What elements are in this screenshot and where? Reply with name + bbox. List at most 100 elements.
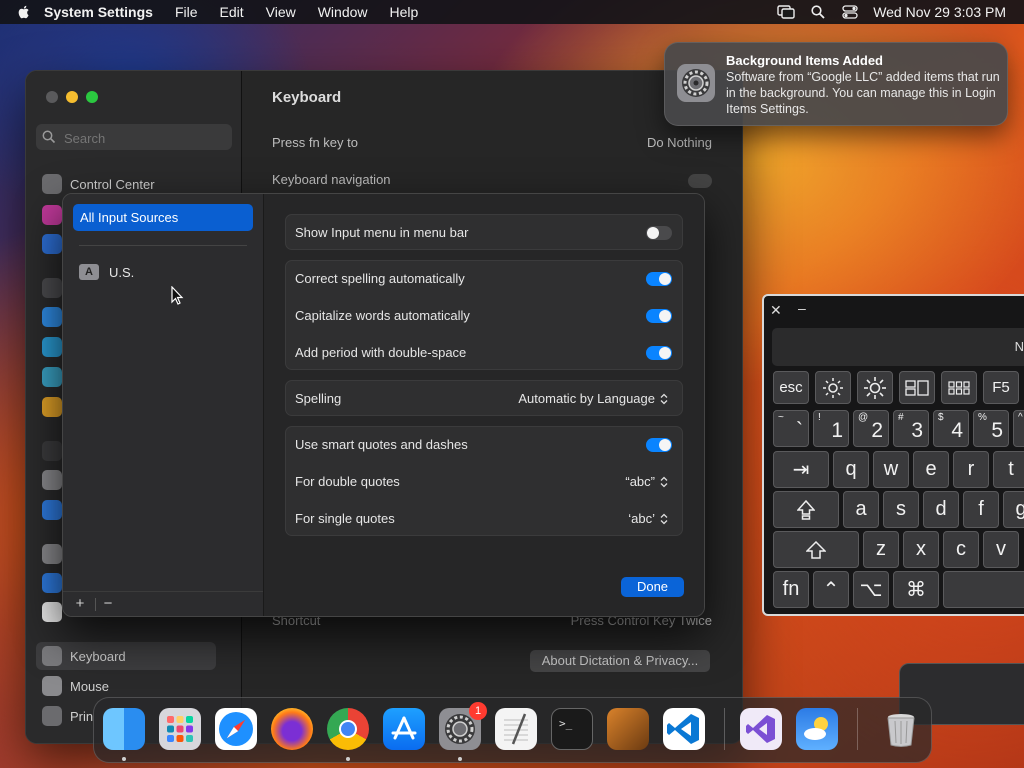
users-groups-icon[interactable] <box>42 500 62 520</box>
notification-title: Background Items Added <box>726 53 883 68</box>
key-f[interactable]: f <box>963 491 999 528</box>
menu-window[interactable]: Window <box>318 4 368 20</box>
key-5[interactable]: % 5 <box>973 410 1009 447</box>
vscode-icon[interactable] <box>663 708 705 750</box>
screen-mirroring-icon[interactable] <box>777 5 795 19</box>
key-tab[interactable]: ⇥ <box>773 451 829 488</box>
key-space[interactable] <box>943 571 1024 608</box>
about-dictation-button[interactable]: About Dictation & Privacy... <box>530 650 710 672</box>
key-caps-lock-icon[interactable] <box>773 491 839 528</box>
key-brightness-up-icon[interactable] <box>857 371 893 404</box>
screen-saver-icon[interactable] <box>42 367 62 387</box>
background-items-notification[interactable]: Background Items Added Software from “Go… <box>664 42 1008 126</box>
show-input-menu-toggle[interactable] <box>646 226 672 240</box>
key-launchpad-icon[interactable] <box>941 371 977 404</box>
key-4[interactable]: $4 <box>933 410 969 447</box>
correct-spelling-toggle[interactable] <box>646 272 672 286</box>
press-fn-popup[interactable]: Do Nothing <box>647 135 712 150</box>
displays-icon[interactable] <box>42 307 62 327</box>
privacy-hand-icon[interactable] <box>42 234 62 254</box>
key-w[interactable]: w <box>873 451 909 488</box>
trash-icon[interactable] <box>880 708 922 750</box>
remove-source-button[interactable]: − <box>99 595 117 612</box>
search-input[interactable] <box>62 128 226 148</box>
key-control[interactable]: ⌃ <box>813 571 849 608</box>
smart-quotes-toggle[interactable] <box>646 438 672 452</box>
spelling-popup[interactable]: Automatic by Language <box>518 391 668 406</box>
key-option[interactable]: ⌥ <box>853 571 889 608</box>
key-backtick[interactable]: ~ ` <box>773 410 809 447</box>
double-quotes-popup[interactable]: “abc” <box>625 474 668 489</box>
single-quotes-popup[interactable]: ‘abc’ <box>628 511 668 526</box>
key-command[interactable]: ⌘ <box>893 571 939 608</box>
us-input-source-item[interactable]: A U.S. <box>79 264 134 280</box>
chrome-icon[interactable] <box>327 708 369 750</box>
key-x[interactable]: x <box>903 531 939 568</box>
firefox-icon[interactable] <box>271 708 313 750</box>
key-z[interactable]: z <box>863 531 899 568</box>
lock-screen-icon[interactable] <box>42 441 62 461</box>
sidebar-item-keyboard[interactable]: Keyboard <box>36 642 216 670</box>
done-button[interactable]: Done <box>621 577 684 597</box>
key-esc[interactable]: esc <box>773 371 809 404</box>
add-period-toggle[interactable] <box>646 346 672 360</box>
internet-accounts-icon[interactable] <box>42 573 62 593</box>
battery-icon[interactable] <box>42 397 62 417</box>
garageband-icon[interactable] <box>607 708 649 750</box>
weather-icon[interactable] <box>796 708 838 750</box>
key-r[interactable]: r <box>953 451 989 488</box>
key-c[interactable]: c <box>943 531 979 568</box>
app-store-icon[interactable] <box>383 708 425 750</box>
control-center-icon[interactable] <box>841 5 859 19</box>
key-t[interactable]: t <box>993 451 1024 488</box>
sidebar-item-mouse[interactable]: Mouse <box>36 672 216 700</box>
minimize-icon[interactable]: – <box>798 300 806 316</box>
wallpaper-icon[interactable] <box>42 337 62 357</box>
touch-id-icon[interactable] <box>42 470 62 490</box>
minimize-window-button[interactable] <box>66 91 78 103</box>
key-mission-control-icon[interactable] <box>899 371 935 404</box>
menu-view[interactable]: View <box>266 4 296 20</box>
key-a[interactable]: a <box>843 491 879 528</box>
apple-menu-icon[interactable] <box>16 4 32 20</box>
textedit-icon[interactable] <box>495 708 537 750</box>
finder-icon[interactable] <box>103 708 145 750</box>
launchpad-icon[interactable] <box>159 708 201 750</box>
key-fn[interactable]: fn <box>773 571 809 608</box>
all-input-sources-item[interactable]: All Input Sources <box>73 204 253 231</box>
menu-help[interactable]: Help <box>390 4 419 20</box>
passwords-icon[interactable] <box>42 544 62 564</box>
zoom-window-button[interactable] <box>86 91 98 103</box>
spotlight-search-icon[interactable] <box>809 5 827 19</box>
key-v[interactable]: v <box>983 531 1019 568</box>
capitalize-words-toggle[interactable] <box>646 309 672 323</box>
game-center-icon[interactable] <box>42 602 62 622</box>
safari-icon[interactable] <box>215 708 257 750</box>
menu-bar: System Settings File Edit View Window He… <box>0 0 1024 24</box>
close-icon[interactable]: ✕ <box>770 302 782 319</box>
close-window-button[interactable] <box>46 91 58 103</box>
key-shift-icon[interactable] <box>773 531 859 568</box>
desktop-dock-icon[interactable] <box>42 278 62 298</box>
menu-app-name[interactable]: System Settings <box>44 4 153 20</box>
key-6[interactable]: ^ <box>1013 410 1024 447</box>
visual-studio-icon[interactable] <box>740 708 782 750</box>
menu-edit[interactable]: Edit <box>220 4 244 20</box>
key-3[interactable]: #3 <box>893 410 929 447</box>
key-f5[interactable]: F5 <box>983 371 1019 404</box>
keyboard-navigation-toggle[interactable] <box>688 174 712 188</box>
siri-icon[interactable] <box>42 205 62 225</box>
key-1[interactable]: ! 1 <box>813 410 849 447</box>
key-e[interactable]: e <box>913 451 949 488</box>
menu-bar-clock[interactable]: Wed Nov 29 3:03 PM <box>873 4 1006 20</box>
key-2[interactable]: @2 <box>853 410 889 447</box>
key-brightness-down-icon[interactable] <box>815 371 851 404</box>
add-source-button[interactable]: + <box>71 595 89 612</box>
settings-search[interactable] <box>36 124 232 150</box>
key-d[interactable]: d <box>923 491 959 528</box>
key-q[interactable]: q <box>833 451 869 488</box>
key-g[interactable]: g <box>1003 491 1024 528</box>
terminal-icon[interactable]: >_ <box>551 708 593 750</box>
menu-file[interactable]: File <box>175 4 198 20</box>
key-s[interactable]: s <box>883 491 919 528</box>
